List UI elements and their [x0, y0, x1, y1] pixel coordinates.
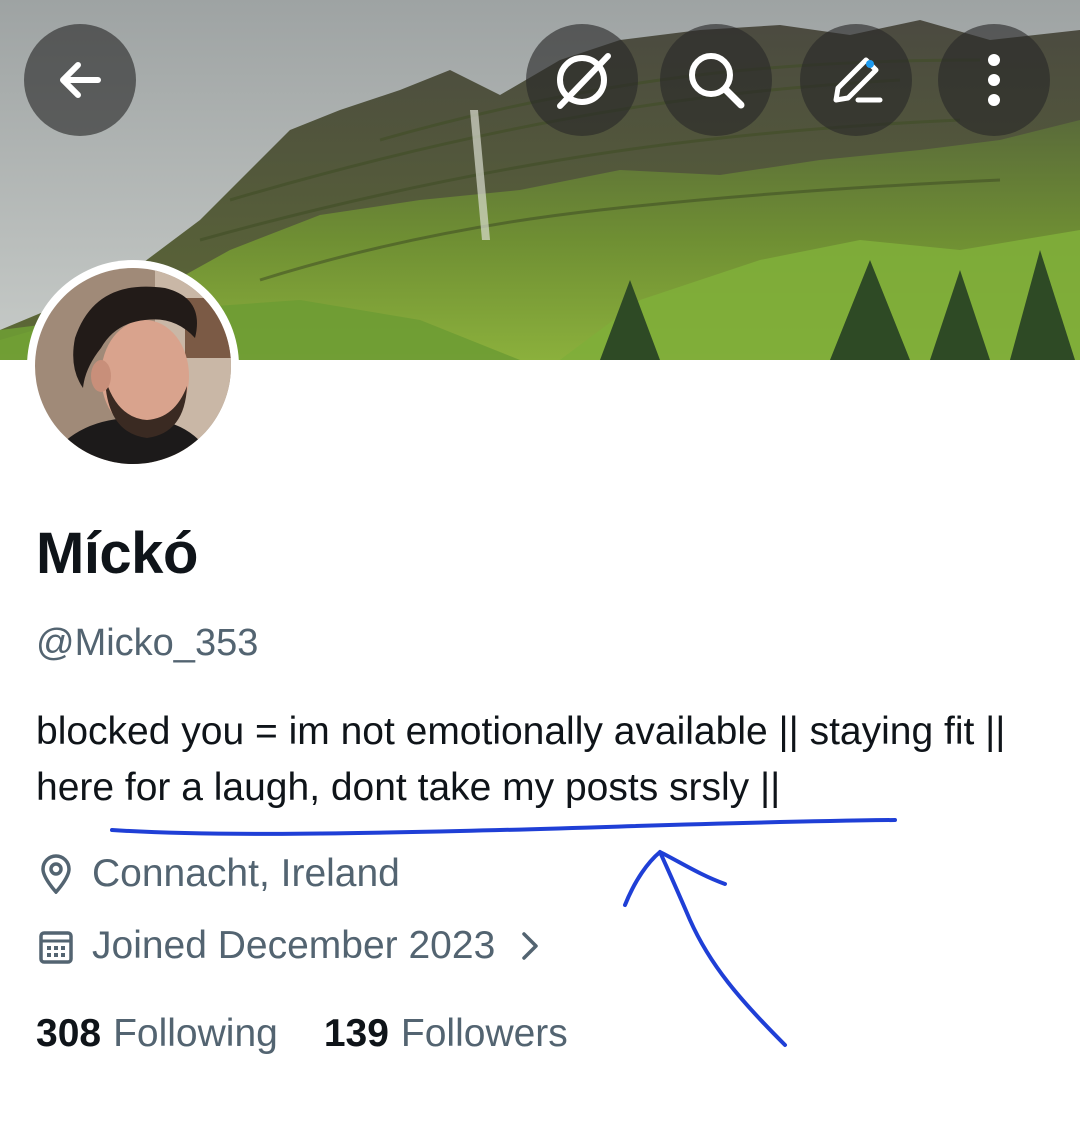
profile-bio: blocked you = im not emotionally availab…: [36, 710, 1006, 809]
more-vertical-icon: [988, 54, 1000, 106]
follow-stats: 308 Following 139 Followers: [36, 1012, 614, 1056]
joined-date-text: Joined December 2023: [92, 924, 496, 967]
profile-avatar[interactable]: [27, 260, 239, 472]
display-name: Míckó: [36, 521, 198, 586]
annotation-arrow: [623, 850, 787, 1047]
following-label: Following: [113, 1012, 278, 1055]
followers-label: Followers: [400, 1012, 568, 1055]
annotation-underline: [110, 818, 897, 836]
followers-count: 139: [323, 1012, 389, 1055]
user-handle: @Micko_353: [36, 622, 259, 664]
search-button[interactable]: [660, 24, 772, 136]
grok-icon: [557, 53, 611, 109]
more-options-button[interactable]: [938, 24, 1050, 136]
avatar-photo: [35, 268, 231, 464]
chevron-right-icon: [521, 931, 539, 961]
followers-stat[interactable]: 139 Followers: [324, 1012, 568, 1056]
back-button[interactable]: [24, 24, 136, 136]
location-text: Connacht, Ireland: [92, 852, 400, 895]
back-arrow-icon: [60, 62, 101, 98]
calendar-icon: [36, 926, 76, 966]
following-stat[interactable]: 308 Following: [36, 1012, 278, 1056]
edit-profile-button[interactable]: [800, 24, 912, 136]
location-row: Connacht, Ireland: [36, 852, 400, 896]
grok-button[interactable]: [526, 24, 638, 136]
search-icon: [689, 53, 745, 109]
location-pin-icon: [36, 854, 76, 894]
following-count: 308: [36, 1012, 102, 1055]
joined-row[interactable]: Joined December 2023: [36, 924, 539, 968]
edit-pencil-icon: [833, 57, 883, 103]
